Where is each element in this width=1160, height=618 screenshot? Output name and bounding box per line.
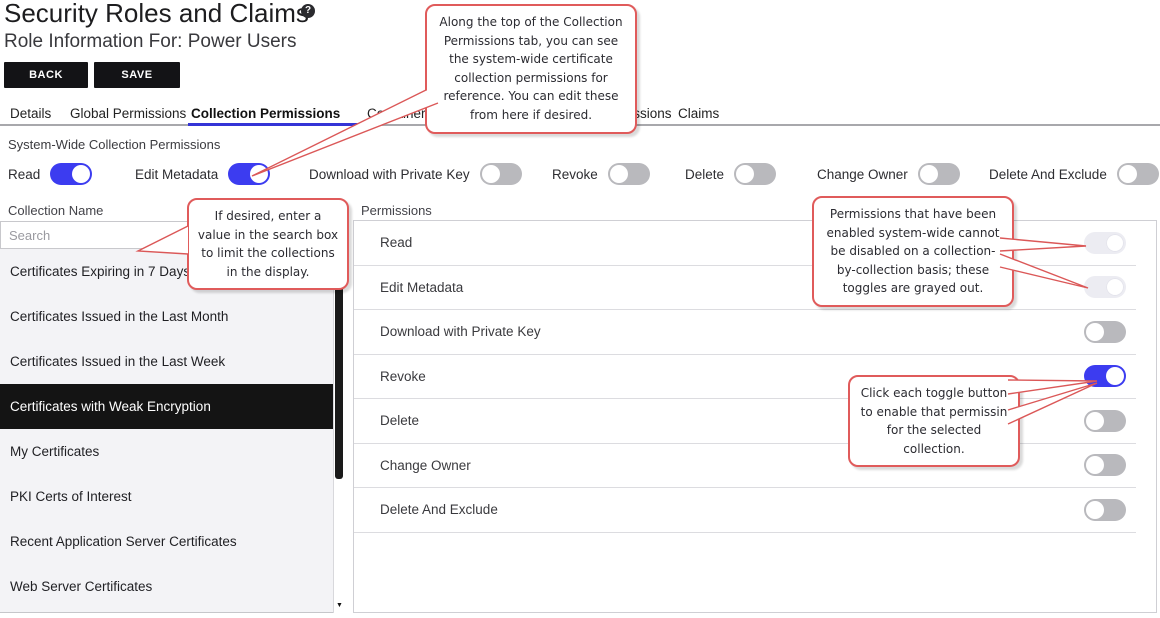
active-tab-underline [188, 123, 360, 126]
toggle-knob [1086, 501, 1104, 519]
permission-label: Read [380, 235, 412, 250]
permission-row-read: Read [354, 221, 1136, 266]
permission-label: Edit Metadata [380, 280, 463, 295]
system-toggle-delete-and-exclude[interactable] [1117, 163, 1159, 185]
scrollbar-thumb[interactable] [335, 265, 343, 479]
system-toggle-change-owner[interactable] [918, 163, 960, 185]
tab-claims[interactable]: Claims [678, 106, 719, 121]
permission-label: Download with Private Key [380, 324, 541, 339]
toggle-knob [1086, 323, 1104, 341]
permission-toggle-delete-and-exclude[interactable] [1084, 499, 1126, 521]
permission-label: Revoke [380, 369, 426, 384]
collection-item-recent-application-server-certificates[interactable]: Recent Application Server Certificates [0, 519, 333, 564]
permission-row-delete-and-exclude: Delete And Exclude [354, 488, 1136, 533]
toggle-label: Revoke [552, 167, 598, 182]
security-roles-page: Security Roles and Claims ? Role Informa… [0, 0, 1160, 618]
toggle-label: Delete [685, 167, 724, 182]
toggle-knob [1106, 278, 1124, 296]
permission-toggle-download-with-private-key[interactable] [1084, 321, 1126, 343]
callout-system-wide: Along the top of the Collection Permissi… [425, 4, 637, 134]
collection-item-certificates-with-weak-encryption[interactable]: Certificates with Weak Encryption [0, 384, 333, 429]
page-title: Security Roles and Claims [4, 0, 309, 29]
toggle-knob [736, 165, 754, 183]
callout-click-toggle: Click each toggle button to enable that … [848, 375, 1020, 467]
toggle-label: Download with Private Key [309, 167, 470, 182]
toggle-label: Edit Metadata [135, 167, 218, 182]
system-toggle-revoke[interactable] [608, 163, 650, 185]
system-toggle-delete[interactable] [734, 163, 776, 185]
tab-global-permissions[interactable]: Global Permissions [70, 106, 186, 121]
permission-toggle-edit-metadata[interactable] [1084, 276, 1126, 298]
toggle-label: Read [8, 167, 40, 182]
collection-item-certificates-issued-in-the-last-week[interactable]: Certificates Issued in the Last Week [0, 339, 333, 384]
system-wide-heading: System-Wide Collection Permissions [8, 137, 220, 152]
collection-item-pki-certs-of-interest[interactable]: PKI Certs of Interest [0, 474, 333, 519]
system-wide-item-change-owner: Change Owner [817, 163, 960, 185]
toggle-label: Delete And Exclude [989, 167, 1107, 182]
toggle-knob [1106, 234, 1124, 252]
system-wide-item-revoke: Revoke [552, 163, 650, 185]
collection-item-certificates-issued-in-the-last-month[interactable]: Certificates Issued in the Last Month [0, 294, 333, 339]
collection-item-my-certificates[interactable]: My Certificates [0, 429, 333, 474]
toggle-knob [250, 165, 268, 183]
save-button[interactable]: SAVE [94, 62, 180, 88]
system-toggle-download-with-private-key[interactable] [480, 163, 522, 185]
system-toggle-read[interactable] [50, 163, 92, 185]
tab-details[interactable]: Details [10, 106, 51, 121]
system-wide-item-read: Read [8, 163, 92, 185]
permission-row-edit-metadata: Edit Metadata [354, 266, 1136, 311]
collection-list: Certificates Expiring in 7 DaysCertifica… [0, 249, 345, 613]
permissions-heading: Permissions [361, 203, 432, 218]
collection-name-heading: Collection Name [8, 203, 103, 218]
callout-search: If desired, enter a value in the search … [187, 198, 349, 290]
toggle-knob [72, 165, 90, 183]
toggle-knob [482, 165, 500, 183]
tab-collection-permissions[interactable]: Collection Permissions [191, 106, 340, 121]
permission-toggle-delete[interactable] [1084, 410, 1126, 432]
permission-row-download-with-private-key: Download with Private Key [354, 310, 1136, 355]
permission-toggle-change-owner[interactable] [1084, 454, 1126, 476]
role-subtitle: Role Information For: Power Users [4, 31, 297, 53]
system-wide-item-edit-metadata: Edit Metadata [135, 163, 270, 185]
permission-label: Delete And Exclude [380, 502, 498, 517]
permission-label: Change Owner [380, 458, 471, 473]
toggle-knob [1106, 367, 1124, 385]
toggle-knob [920, 165, 938, 183]
system-toggle-edit-metadata[interactable] [228, 163, 270, 185]
back-button[interactable]: BACK [4, 62, 88, 88]
callout-grayed-toggles: Permissions that have been enabled syste… [812, 196, 1014, 307]
permission-toggle-revoke[interactable] [1084, 365, 1126, 387]
permission-label: Delete [380, 413, 419, 428]
collection-item-web-server-certificates[interactable]: Web Server Certificates [0, 564, 333, 609]
system-wide-item-delete-and-exclude: Delete And Exclude [989, 163, 1159, 185]
toggle-knob [610, 165, 628, 183]
toggle-knob [1119, 165, 1137, 183]
toggle-knob [1086, 412, 1104, 430]
system-wide-item-download-with-private-key: Download with Private Key [309, 163, 522, 185]
scroll-down-icon[interactable]: ▼ [334, 602, 345, 609]
permission-toggle-read[interactable] [1084, 232, 1126, 254]
permissions-panel: Read Edit Metadata Download with Private K… [353, 220, 1157, 613]
system-wide-item-delete: Delete [685, 163, 776, 185]
toggle-knob [1086, 456, 1104, 474]
help-icon[interactable]: ? [301, 4, 315, 18]
toggle-label: Change Owner [817, 167, 908, 182]
collection-list-scrollbar[interactable]: ▲ ▼ [333, 249, 345, 613]
